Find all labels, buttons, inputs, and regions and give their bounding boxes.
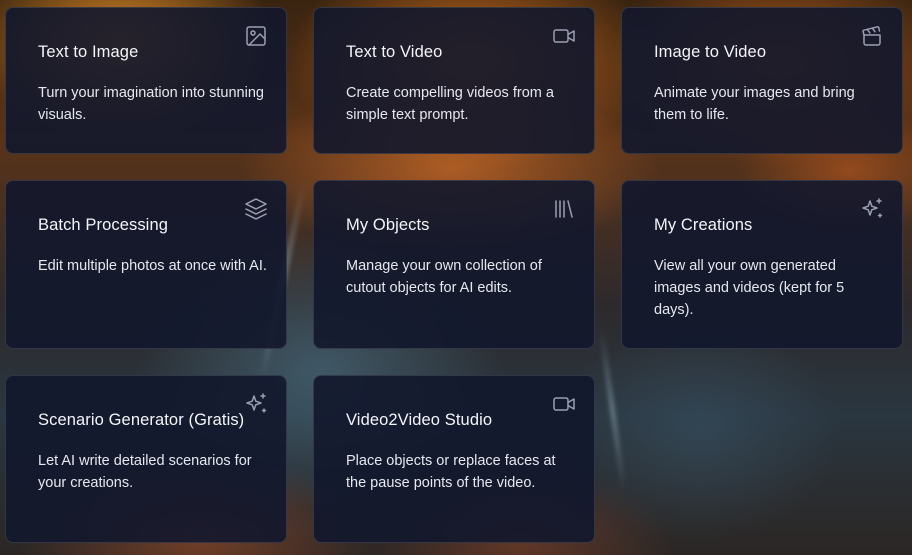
card-description: Place objects or replace faces at the pa… [346, 453, 556, 491]
card-my-objects[interactable]: My Objects Manage your own collection of… [313, 180, 595, 349]
card-description: Turn your imagination into stunning visu… [38, 85, 264, 123]
card-text-to-video[interactable]: Text to Video Create compelling videos f… [313, 7, 595, 154]
card-my-creations[interactable]: My Creations View all your own generated… [621, 180, 903, 349]
sparkles-icon [244, 392, 268, 416]
card-description: Edit multiple photos at once with AI. [38, 258, 267, 274]
card-title: Image to Video [654, 43, 767, 61]
card-title: Text to Image [38, 43, 139, 61]
card-image-to-video[interactable]: Image to Video Animate your images and b… [621, 7, 903, 154]
clapperboard-icon [860, 24, 884, 48]
card-title: Scenario Generator (Gratis) [38, 411, 245, 429]
card-description: Animate your images and bring them to li… [654, 85, 855, 123]
card-title: Video2Video Studio [346, 411, 493, 429]
sparkles-icon [860, 197, 884, 221]
card-text-to-image[interactable]: Text to Image Turn your imagination into… [5, 7, 287, 154]
card-description: Create compelling videos from a simple t… [346, 85, 554, 123]
card-title: Text to Video [346, 43, 443, 61]
feature-grid: Text to Image Turn your imagination into… [0, 0, 912, 555]
card-title: My Creations [654, 216, 753, 234]
image-icon [244, 24, 268, 48]
card-title: Batch Processing [38, 216, 168, 234]
library-icon [552, 197, 576, 221]
layers-icon [244, 197, 268, 221]
video-camera-icon [552, 392, 576, 416]
card-description: Manage your own collection of cutout obj… [346, 258, 542, 296]
card-batch-processing[interactable]: Batch Processing Edit multiple photos at… [5, 180, 287, 349]
card-title: My Objects [346, 216, 430, 234]
card-description: Let AI write detailed scenarios for your… [38, 453, 252, 491]
card-description: View all your own generated images and v… [654, 258, 845, 318]
video-camera-icon [552, 24, 576, 48]
card-scenario-generator[interactable]: Scenario Generator (Gratis) Let AI write… [5, 375, 287, 543]
card-video2video-studio[interactable]: Video2Video Studio Place objects or repl… [313, 375, 595, 543]
